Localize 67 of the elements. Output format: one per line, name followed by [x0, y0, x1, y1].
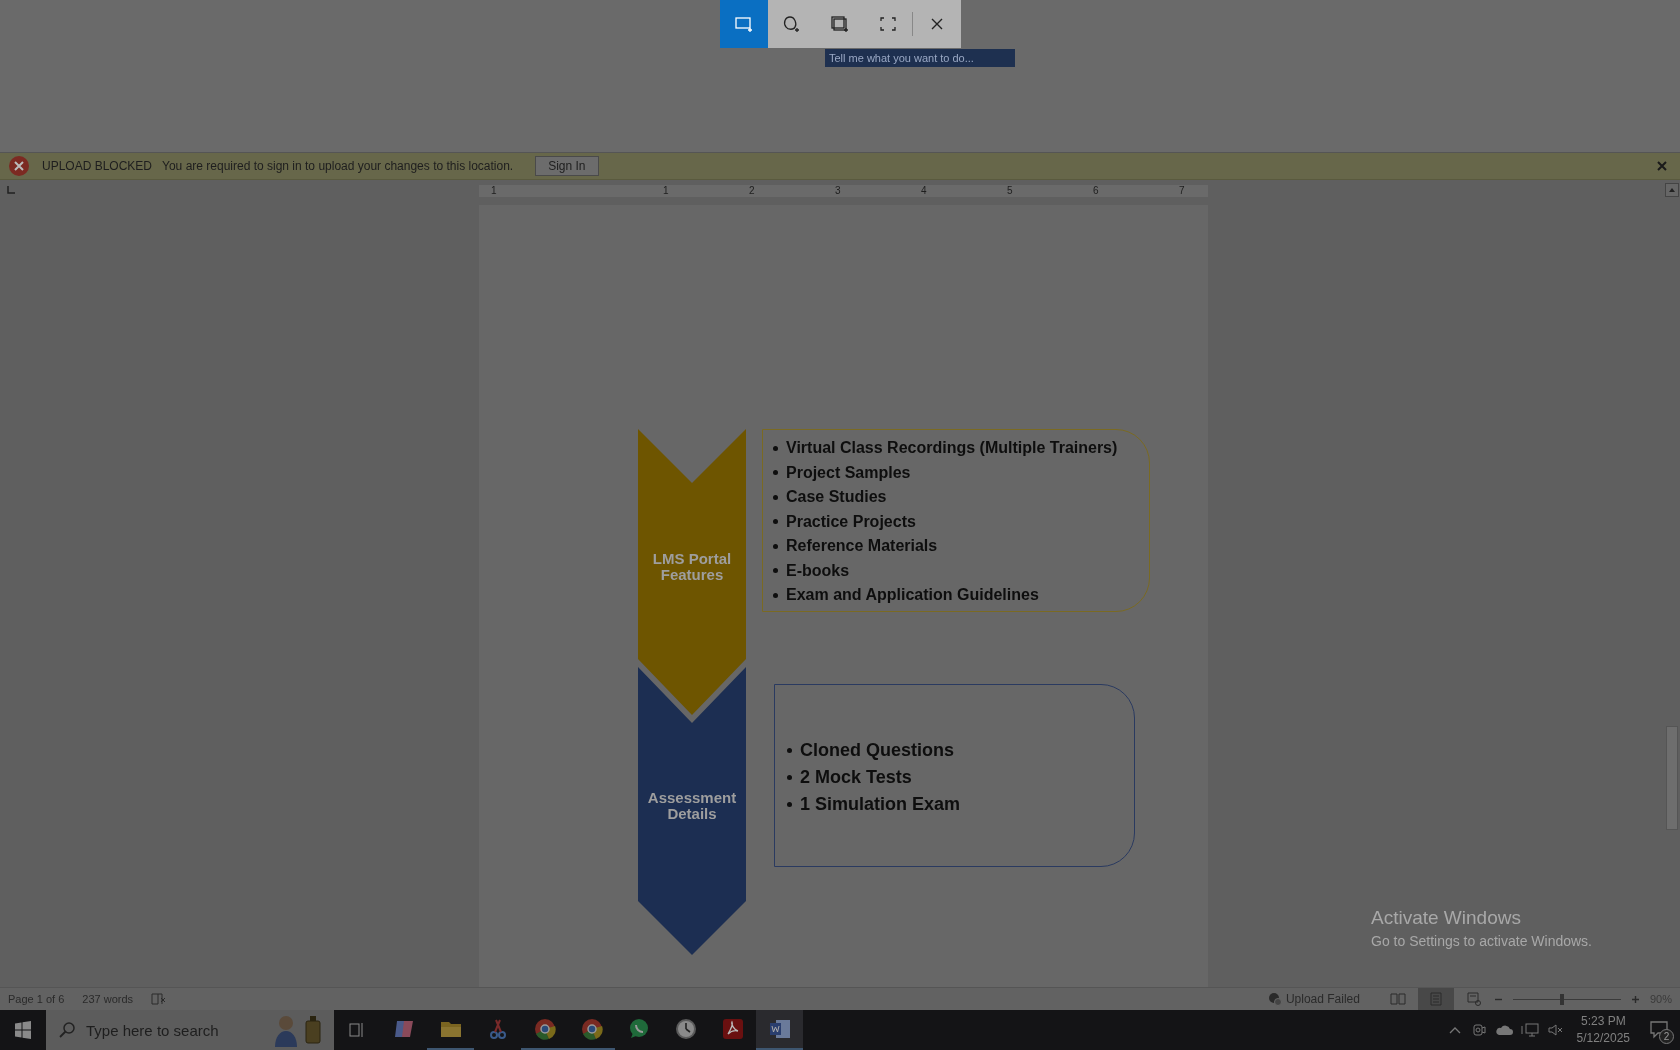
tell-me-field[interactable]: Tell me what you want to do... — [825, 49, 1015, 67]
ruler-number: 7 — [1178, 185, 1186, 197]
chevron-label: Assessment Details — [646, 790, 738, 822]
message-icon — [1650, 1021, 1670, 1039]
bullet-item: 2 Mock Tests — [800, 766, 912, 789]
message-title: UPLOAD BLOCKED — [42, 159, 153, 173]
word-app-icon[interactable] — [756, 1010, 803, 1050]
error-icon — [8, 155, 30, 177]
sign-in-button[interactable]: Sign In — [535, 156, 599, 176]
bullet-icon — [773, 592, 778, 598]
message-text: You are required to sign in to upload your changes to this location. — [162, 159, 514, 173]
network-icon[interactable] — [1520, 1022, 1539, 1038]
read-view-icon — [1389, 992, 1406, 1006]
scrollbar-thumb[interactable] — [1666, 726, 1678, 830]
chevron-label: LMS Portal Features — [651, 551, 733, 583]
ruler-number: 1 — [490, 185, 498, 197]
bullet-item: Project Samples — [786, 462, 911, 483]
upload-failed-icon — [1267, 992, 1282, 1006]
camera-icon[interactable] — [1470, 1022, 1487, 1038]
volume-muted-icon[interactable] — [1546, 1022, 1565, 1038]
start-icon[interactable] — [14, 1021, 32, 1039]
zoom-slider-thumb[interactable] — [1559, 993, 1564, 1005]
search-field[interactable]: Type here to search — [46, 1010, 334, 1050]
window-snip-icon — [830, 15, 850, 33]
print-view-button[interactable] — [1417, 988, 1454, 1010]
bullet-icon — [773, 445, 778, 451]
search-icon — [58, 1021, 76, 1039]
activation-message: Go to Settings to activate Windows. — [1371, 933, 1592, 949]
close-icon — [929, 16, 945, 32]
bullet-icon — [787, 748, 792, 753]
bullet-icon — [773, 568, 778, 574]
bullet-icon — [787, 802, 792, 807]
bullet-item: Practice Projects — [786, 511, 916, 532]
bullet-icon — [773, 519, 778, 525]
word-count[interactable]: 237 words — [82, 993, 134, 1005]
scroll-up-icon[interactable] — [1665, 183, 1679, 197]
close-icon[interactable] — [1656, 160, 1668, 172]
upload-status[interactable]: Upload Failed — [1285, 992, 1360, 1006]
bullet-item: Case Studies — [786, 487, 887, 507]
bullet-item: Virtual Class Recordings (Multiple Trainers) — [786, 438, 1118, 458]
clock-date[interactable]: 5/12/2025 — [1576, 1030, 1630, 1047]
bullet-icon — [773, 494, 778, 500]
ruler-number: 4 — [920, 185, 928, 197]
web-view-icon — [1465, 992, 1482, 1006]
tab-selector-icon[interactable] — [5, 184, 17, 196]
bullet-icon — [773, 470, 778, 476]
notifications-button[interactable]: 2 — [1640, 1010, 1680, 1050]
bullet-item: Exam and Application Guidelines — [786, 585, 1039, 605]
bullet-item: 1 Simulation Exam — [800, 793, 961, 816]
ruler-number: 1 — [662, 185, 670, 197]
ruler-number: 2 — [748, 185, 756, 197]
ruler-number: 5 — [1006, 185, 1014, 197]
rectangle-snip-button[interactable] — [720, 0, 768, 48]
fullscreen-snip-icon — [878, 15, 898, 33]
rectangle-snip-icon — [734, 15, 754, 33]
zoom-in-icon[interactable] — [1630, 994, 1640, 1004]
bullet-icon — [787, 775, 792, 780]
clock-time[interactable]: 5:23 PM — [1580, 1013, 1626, 1030]
bullet-item: E-books — [786, 560, 850, 581]
proofing-icon[interactable] — [151, 992, 168, 1006]
ruler-number: 6 — [1092, 185, 1100, 197]
bullet-icon — [773, 543, 778, 549]
bullet-item: Cloned Questions — [800, 739, 954, 762]
freeform-snip-icon — [782, 15, 802, 33]
activation-title: Activate Windows — [1371, 907, 1522, 929]
bullet-item: Reference Materials — [786, 536, 938, 556]
ruler-number: 3 — [834, 185, 842, 197]
